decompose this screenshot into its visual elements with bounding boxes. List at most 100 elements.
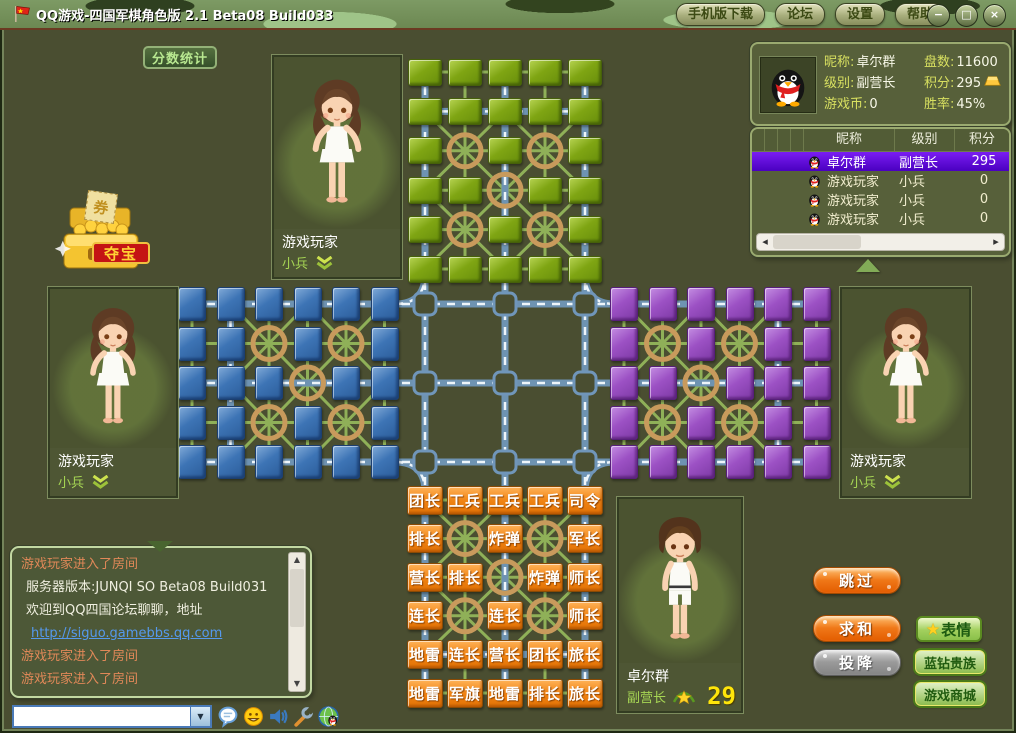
panel-collapse-arrow[interactable] [856,259,880,272]
hidden-piece-right[interactable] [687,287,715,321]
own-piece[interactable]: 地雷 [407,679,443,708]
hidden-piece-top[interactable] [488,98,522,125]
hidden-piece-left[interactable] [255,366,283,400]
score-table-row[interactable]: 游戏玩家小兵0 [752,209,1009,228]
hidden-piece-right[interactable] [803,327,831,361]
hidden-piece-top[interactable] [448,98,482,125]
hidden-piece-left[interactable] [255,445,283,479]
hidden-piece-left[interactable] [178,327,206,361]
treasure-chest-button[interactable]: 券 夺宝 [50,192,154,274]
hidden-piece-top[interactable] [568,137,602,164]
scroll-up-icon[interactable]: ▲ [289,553,305,567]
hidden-piece-left[interactable] [294,406,322,440]
hidden-piece-top[interactable] [408,98,442,125]
hidden-piece-left[interactable] [178,366,206,400]
own-piece[interactable]: 司令 [567,486,603,515]
hidden-piece-left[interactable] [217,406,245,440]
hidden-piece-top[interactable] [488,216,522,243]
own-piece[interactable]: 排长 [407,524,443,553]
hidden-piece-right[interactable] [803,445,831,479]
chat-history-dropdown[interactable]: ▼ [190,707,210,726]
own-piece[interactable]: 团长 [407,486,443,515]
sound-icon[interactable] [267,705,290,728]
chat-input[interactable] [14,707,190,726]
chat-scrollbar[interactable]: ▲ ▼ [288,552,306,692]
own-piece[interactable]: 工兵 [487,486,523,515]
hidden-piece-left[interactable] [178,445,206,479]
chat-bubble-icon[interactable] [217,705,240,728]
hidden-piece-right[interactable] [803,366,831,400]
own-piece[interactable]: 工兵 [527,486,563,515]
score-table-row[interactable]: 卓尔群副营长295 [752,152,1009,171]
hidden-piece-right[interactable] [610,287,638,321]
own-piece[interactable]: 旅长 [567,640,603,669]
hidden-piece-top[interactable] [408,216,442,243]
hidden-piece-right[interactable] [803,287,831,321]
hidden-piece-top[interactable] [408,137,442,164]
hidden-piece-top[interactable] [568,256,602,283]
blue-diamond-button[interactable]: 蓝钻贵族 [915,650,985,674]
hidden-piece-left[interactable] [294,327,322,361]
hidden-piece-right[interactable] [649,366,677,400]
hidden-piece-right[interactable] [687,327,715,361]
hidden-piece-left[interactable] [371,445,399,479]
surrender-button[interactable]: 投降 [813,649,901,676]
hidden-piece-left[interactable] [371,327,399,361]
hidden-piece-left[interactable] [217,445,245,479]
hidden-piece-right[interactable] [764,366,792,400]
scroll-down-icon[interactable]: ▼ [289,677,305,691]
hidden-piece-left[interactable] [371,287,399,321]
maximize-button[interactable]: □ [955,4,978,27]
own-piece[interactable]: 军旗 [447,679,483,708]
hidden-piece-left[interactable] [332,287,360,321]
hidden-piece-left[interactable] [255,287,283,321]
hidden-piece-top[interactable] [528,256,562,283]
own-piece[interactable]: 工兵 [447,486,483,515]
chat-collapse-arrow[interactable] [147,541,173,552]
own-piece[interactable]: 营长 [487,640,523,669]
titlebar[interactable]: QQ游戏-四国军棋角色版 2.1 Beta08 Build033 手机版下载论坛… [0,0,1016,30]
scroll-left-icon[interactable]: ◂ [757,235,773,249]
toolbar-button-0[interactable]: 手机版下载 [676,3,765,26]
hidden-piece-top[interactable] [408,177,442,204]
hidden-piece-left[interactable] [217,366,245,400]
own-piece[interactable]: 地雷 [407,640,443,669]
own-piece[interactable]: 旅长 [567,679,603,708]
game-mall-button[interactable]: 游戏商城 [915,682,985,706]
close-button[interactable]: × [983,4,1006,27]
hidden-piece-top[interactable] [568,98,602,125]
hidden-piece-right[interactable] [649,287,677,321]
hidden-piece-top[interactable] [488,59,522,86]
hidden-piece-right[interactable] [764,327,792,361]
peace-button[interactable]: 求和 [813,615,901,642]
score-table-row[interactable]: 游戏玩家小兵0 [752,190,1009,209]
hidden-piece-top[interactable] [568,216,602,243]
settings-wrench-icon[interactable] [292,705,315,728]
hidden-piece-left[interactable] [178,406,206,440]
own-piece[interactable]: 连长 [407,601,443,630]
own-piece[interactable]: 团长 [527,640,563,669]
hidden-piece-right[interactable] [764,287,792,321]
hidden-piece-right[interactable] [687,406,715,440]
own-piece[interactable]: 连长 [487,601,523,630]
qq-globe-icon[interactable] [317,705,340,728]
hidden-piece-left[interactable] [294,445,322,479]
hidden-piece-right[interactable] [726,287,754,321]
hidden-piece-left[interactable] [332,445,360,479]
hidden-piece-right[interactable] [726,445,754,479]
hidden-piece-top[interactable] [528,59,562,86]
hidden-piece-right[interactable] [610,366,638,400]
hidden-piece-right[interactable] [764,445,792,479]
hidden-piece-left[interactable] [294,287,322,321]
hidden-piece-left[interactable] [217,287,245,321]
hidden-piece-top[interactable] [488,256,522,283]
scrollbar-thumb[interactable] [773,235,861,249]
hidden-piece-right[interactable] [726,366,754,400]
hidden-piece-right[interactable] [764,406,792,440]
hidden-piece-right[interactable] [649,445,677,479]
own-piece[interactable]: 炸弹 [487,524,523,553]
minimize-button[interactable]: − [927,4,950,27]
scroll-right-icon[interactable]: ▸ [988,235,1004,249]
hidden-piece-right[interactable] [610,327,638,361]
own-piece[interactable]: 连长 [447,640,483,669]
